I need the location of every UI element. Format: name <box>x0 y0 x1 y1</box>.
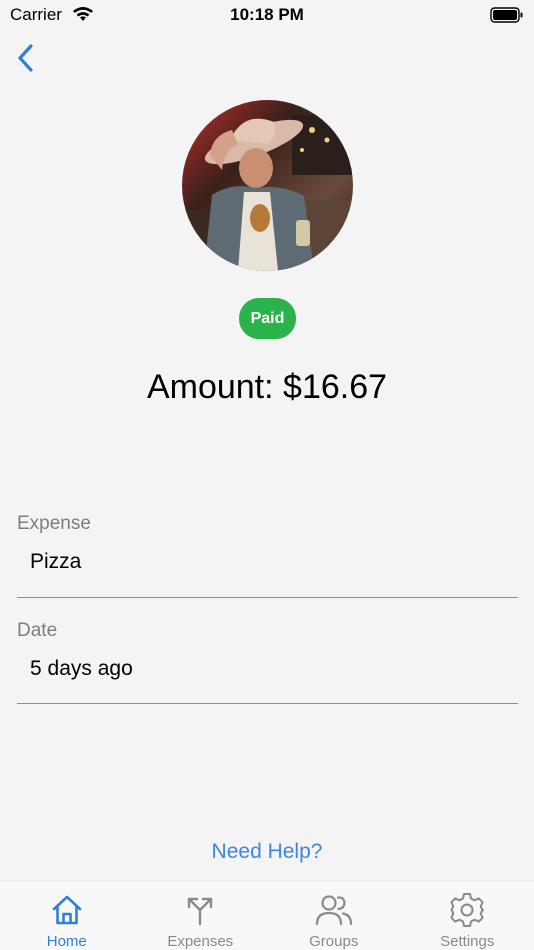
people-icon <box>315 891 353 929</box>
need-help-link[interactable]: Need Help? <box>0 840 534 864</box>
avatar <box>182 100 353 271</box>
status-badge: Paid <box>239 298 296 339</box>
back-button[interactable] <box>8 40 42 80</box>
split-arrows-icon <box>184 891 216 929</box>
amount-value: $16.67 <box>283 368 388 406</box>
tab-settings[interactable]: Settings <box>401 881 534 950</box>
tab-groups-label: Groups <box>309 933 359 950</box>
tab-home-label: Home <box>46 933 87 950</box>
amount-label: Amount: <box>146 368 274 406</box>
battery-icon <box>490 7 524 28</box>
divider <box>17 703 518 704</box>
tab-bar: Home Expenses Groups Settings <box>0 880 534 950</box>
tab-groups[interactable]: Groups <box>267 881 401 950</box>
date-field-value: 5 days ago <box>30 657 133 680</box>
tab-expenses[interactable]: Expenses <box>134 881 268 950</box>
divider <box>17 597 518 598</box>
date-field-label: Date <box>17 620 58 641</box>
chevron-left-icon <box>16 43 34 77</box>
status-bar: Carrier 10:18 PM <box>0 0 534 32</box>
home-icon <box>50 891 84 929</box>
expense-field-value: Pizza <box>30 550 82 573</box>
tab-settings-label: Settings <box>440 933 495 950</box>
amount-display: Amount: $16.67 <box>0 368 534 407</box>
tab-expenses-label: Expenses <box>167 933 234 950</box>
gear-icon <box>449 891 485 929</box>
expense-field-label: Expense <box>17 513 91 534</box>
status-time: 10:18 PM <box>230 5 304 24</box>
status-badge-label: Paid <box>250 309 285 327</box>
tab-home[interactable]: Home <box>0 881 134 950</box>
